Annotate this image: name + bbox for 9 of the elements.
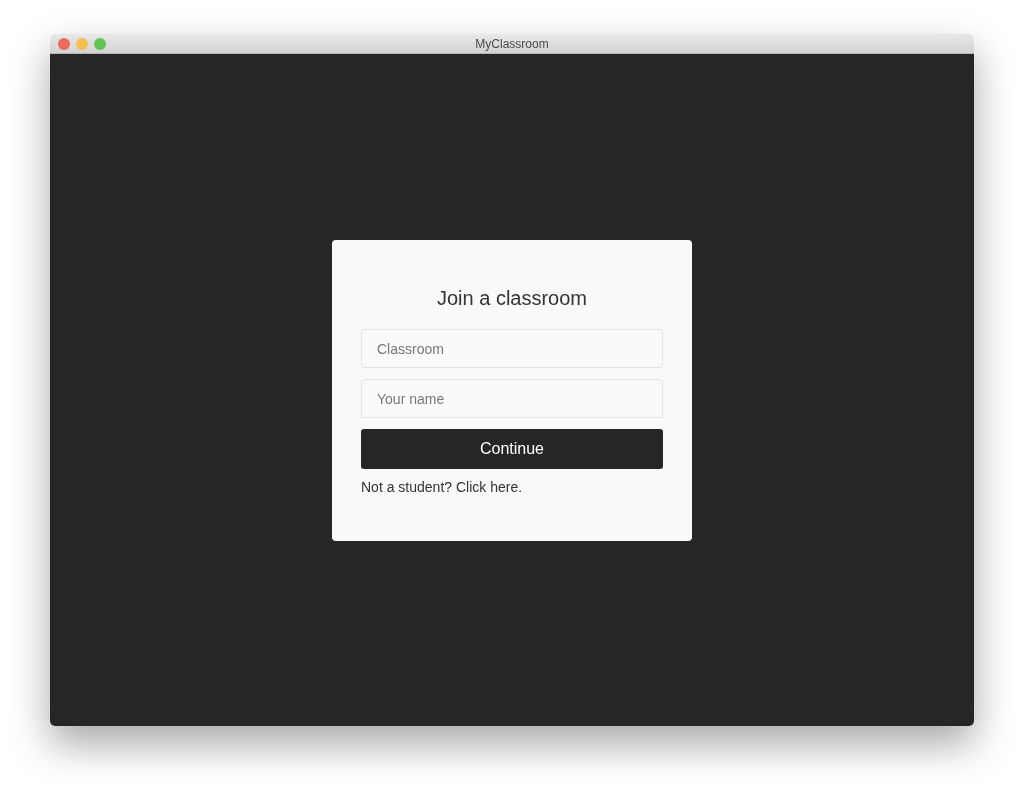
close-button[interactable] (58, 38, 70, 50)
card-heading: Join a classroom (435, 286, 589, 311)
zoom-button[interactable] (94, 38, 106, 50)
continue-button[interactable]: Continue (361, 429, 663, 469)
window-title: MyClassroom (475, 36, 549, 51)
minimize-button[interactable] (76, 38, 88, 50)
input-field[interactable]: Classroom (361, 329, 663, 368)
not-student-link[interactable]: Not a student? Click here. (361, 479, 523, 495)
input-field[interactable]: Your name (361, 379, 663, 418)
